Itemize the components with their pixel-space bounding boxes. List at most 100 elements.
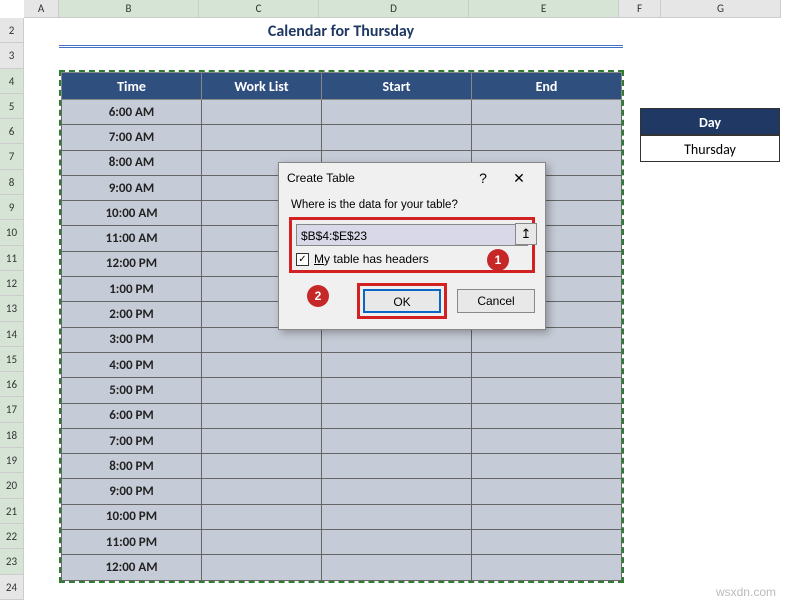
- cell[interactable]: [472, 454, 622, 479]
- time-cell[interactable]: 9:00 AM: [62, 175, 202, 200]
- time-cell[interactable]: 1:00 PM: [62, 277, 202, 302]
- cell[interactable]: [322, 352, 472, 377]
- header-worklist[interactable]: Work List: [202, 73, 322, 100]
- time-cell[interactable]: 7:00 PM: [62, 428, 202, 453]
- cell[interactable]: [472, 378, 622, 403]
- cell[interactable]: [322, 504, 472, 529]
- time-cell[interactable]: 10:00 AM: [62, 201, 202, 226]
- row-hdr[interactable]: 13: [0, 296, 24, 321]
- cell[interactable]: [472, 403, 622, 428]
- time-cell[interactable]: 6:00 AM: [62, 100, 202, 125]
- row-hdr[interactable]: 10: [0, 220, 24, 245]
- help-button[interactable]: ?: [465, 165, 501, 191]
- header-end[interactable]: End: [472, 73, 622, 100]
- cell[interactable]: [472, 352, 622, 377]
- row-hdr[interactable]: 22: [0, 524, 24, 549]
- row-hdr[interactable]: 18: [0, 423, 24, 448]
- cancel-button[interactable]: Cancel: [457, 289, 535, 313]
- cell[interactable]: [472, 479, 622, 504]
- time-cell[interactable]: 12:00 AM: [62, 555, 202, 580]
- col-hdr-B[interactable]: B: [59, 0, 199, 18]
- cell[interactable]: [202, 403, 322, 428]
- headers-checkbox-label[interactable]: My table has headers: [314, 252, 429, 266]
- row-hdr[interactable]: 17: [0, 397, 24, 422]
- cell[interactable]: [322, 454, 472, 479]
- time-cell[interactable]: 9:00 PM: [62, 479, 202, 504]
- time-cell[interactable]: 11:00 AM: [62, 226, 202, 251]
- time-cell[interactable]: 2:00 PM: [62, 302, 202, 327]
- day-value[interactable]: Thursday: [640, 135, 780, 162]
- cell[interactable]: [322, 479, 472, 504]
- time-cell[interactable]: 11:00 PM: [62, 530, 202, 555]
- cell[interactable]: [202, 479, 322, 504]
- cell[interactable]: [202, 378, 322, 403]
- row-hdr[interactable]: 24: [0, 575, 24, 600]
- range-selector-icon[interactable]: ↥: [515, 223, 537, 245]
- row-hdr[interactable]: 21: [0, 499, 24, 524]
- time-cell[interactable]: 4:00 PM: [62, 352, 202, 377]
- cell[interactable]: [472, 555, 622, 580]
- row-hdr[interactable]: 14: [0, 322, 24, 347]
- row-hdr[interactable]: 6: [0, 119, 24, 144]
- time-cell[interactable]: 7:00 AM: [62, 125, 202, 150]
- day-header[interactable]: Day: [640, 108, 780, 135]
- row-hdr[interactable]: 19: [0, 448, 24, 473]
- cell[interactable]: [472, 125, 622, 150]
- header-start[interactable]: Start: [322, 73, 472, 100]
- row-hdr[interactable]: 9: [0, 195, 24, 220]
- cell[interactable]: [472, 504, 622, 529]
- cell[interactable]: [202, 530, 322, 555]
- cell[interactable]: [202, 504, 322, 529]
- row-hdr[interactable]: 7: [0, 144, 24, 169]
- cell[interactable]: [202, 428, 322, 453]
- row-hdr[interactable]: 12: [0, 271, 24, 296]
- time-cell[interactable]: 3:00 PM: [62, 327, 202, 352]
- cell[interactable]: [322, 530, 472, 555]
- cell[interactable]: [472, 428, 622, 453]
- cell[interactable]: [322, 125, 472, 150]
- dialog-titlebar[interactable]: Create Table ? ✕: [279, 163, 545, 193]
- cell[interactable]: [202, 555, 322, 580]
- time-cell[interactable]: 10:00 PM: [62, 504, 202, 529]
- col-hdr-C[interactable]: C: [199, 0, 319, 18]
- row-hdr[interactable]: 3: [0, 43, 24, 68]
- row-hdr[interactable]: 20: [0, 473, 24, 498]
- row-hdr[interactable]: 23: [0, 549, 24, 574]
- time-cell[interactable]: 6:00 PM: [62, 403, 202, 428]
- row-hdr[interactable]: 15: [0, 347, 24, 372]
- col-hdr-D[interactable]: D: [319, 0, 469, 18]
- cell[interactable]: [202, 454, 322, 479]
- row-hdr[interactable]: 8: [0, 170, 24, 195]
- time-cell[interactable]: 12:00 PM: [62, 251, 202, 276]
- cell[interactable]: [322, 378, 472, 403]
- cell[interactable]: [202, 100, 322, 125]
- time-cell[interactable]: 8:00 PM: [62, 454, 202, 479]
- row-hdr[interactable]: 11: [0, 246, 24, 271]
- row-hdr[interactable]: 16: [0, 372, 24, 397]
- cell[interactable]: [202, 352, 322, 377]
- close-icon[interactable]: ✕: [501, 165, 537, 191]
- cell[interactable]: [472, 100, 622, 125]
- col-hdr-G[interactable]: G: [661, 0, 781, 18]
- cell[interactable]: [472, 327, 622, 352]
- cell[interactable]: [202, 327, 322, 352]
- cell[interactable]: [322, 428, 472, 453]
- col-hdr-F[interactable]: F: [619, 0, 661, 18]
- row-hdr[interactable]: 2: [0, 18, 24, 43]
- col-hdr-A[interactable]: A: [24, 0, 59, 18]
- time-cell[interactable]: 5:00 PM: [62, 378, 202, 403]
- row-hdr[interactable]: 5: [0, 94, 24, 119]
- row-hdr[interactable]: 4: [0, 69, 24, 94]
- col-hdr-E[interactable]: E: [469, 0, 619, 18]
- cell[interactable]: [322, 403, 472, 428]
- time-cell[interactable]: 8:00 AM: [62, 150, 202, 175]
- cell[interactable]: [322, 327, 472, 352]
- headers-checkbox[interactable]: ✓: [296, 253, 309, 266]
- header-time[interactable]: Time: [62, 73, 202, 100]
- range-input[interactable]: $B$4:$E$23: [296, 224, 528, 246]
- cell[interactable]: [472, 530, 622, 555]
- cell[interactable]: [202, 125, 322, 150]
- cell[interactable]: [322, 100, 472, 125]
- cell[interactable]: [322, 555, 472, 580]
- ok-button[interactable]: OK: [363, 289, 441, 313]
